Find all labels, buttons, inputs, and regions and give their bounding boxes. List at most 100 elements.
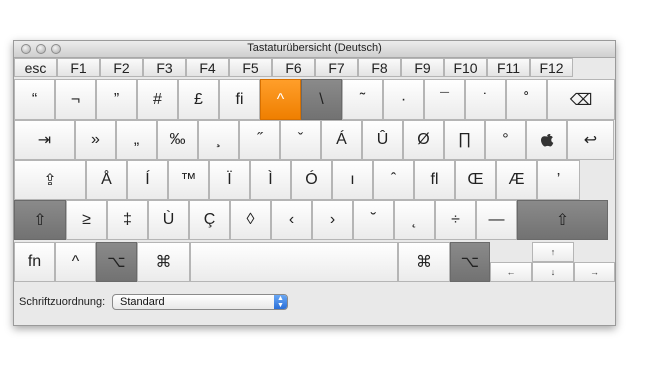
key-r4-3[interactable]: Ù (148, 200, 189, 240)
key-4[interactable]: £ (178, 79, 219, 120)
key-label: F5 (242, 59, 259, 76)
tab-key[interactable]: ⇥ (14, 120, 75, 160)
key-label: Ó (305, 171, 318, 188)
key-3[interactable]: # (137, 79, 178, 120)
key-9[interactable]: · (383, 79, 424, 120)
key-r3-9[interactable]: ﬂ (414, 160, 455, 200)
key-r4-11[interactable]: — (476, 200, 517, 240)
function-key-f6[interactable]: F6 (272, 58, 315, 77)
key-1[interactable]: ¬ (55, 79, 96, 120)
delete-key[interactable]: ⌫ (547, 79, 615, 120)
right-command-key[interactable]: ⌘ (398, 242, 450, 282)
key-r4-4[interactable]: Ç (189, 200, 230, 240)
function-key-f7[interactable]: F7 (315, 58, 358, 77)
title-bar: Tastaturübersicht (Deutsch) (14, 41, 615, 58)
key-label: ﬂ (430, 171, 439, 188)
right-shift-key[interactable]: ⇧ (517, 200, 608, 240)
key-r3-8[interactable]: ˆ (373, 160, 414, 200)
key-11[interactable]: ˙ (465, 79, 506, 120)
key-r4-9[interactable]: ˛ (394, 200, 435, 240)
key-6[interactable]: ^ (260, 79, 301, 120)
key-label: £ (194, 90, 203, 108)
key-r4-5[interactable]: ◊ (230, 200, 271, 240)
function-key-f11[interactable]: F11 (487, 58, 530, 77)
key-10[interactable]: ¯ (424, 79, 465, 120)
function-key-f8[interactable]: F8 (358, 58, 401, 77)
function-key-f3[interactable]: F3 (143, 58, 186, 77)
key-r2-5[interactable]: ˝ (239, 120, 280, 160)
function-key-esc[interactable]: esc (14, 58, 57, 77)
key-r4-10[interactable]: ÷ (435, 200, 476, 240)
key-r4-2[interactable]: ‡ (107, 200, 148, 240)
key-r2-7[interactable]: Á (321, 120, 362, 160)
key-r4-8[interactable]: ˘ (353, 200, 394, 240)
key-r4-1[interactable]: ≥ (66, 200, 107, 240)
key-r2-8[interactable]: Û (362, 120, 403, 160)
arrow-right-key[interactable]: → (574, 262, 615, 282)
right-option-key[interactable]: ⌥ (450, 242, 490, 282)
key-r2-1[interactable]: » (75, 120, 116, 160)
key-r2-6[interactable]: ˇ (280, 120, 321, 160)
key-r3-4[interactable]: Ï (209, 160, 250, 200)
key-r3-7[interactable]: ı (332, 160, 373, 200)
key-7[interactable]: \ (301, 79, 342, 120)
function-key-f9[interactable]: F9 (401, 58, 444, 77)
key-r4-6[interactable]: ‹ (271, 200, 312, 240)
key-label: F10 (453, 59, 478, 76)
key-label: ⌥ (107, 254, 126, 271)
function-key-f2[interactable]: F2 (100, 58, 143, 77)
key-r4-7[interactable]: › (312, 200, 353, 240)
function-key-f12[interactable]: F12 (530, 58, 573, 77)
key-r3-5[interactable]: Ì (250, 160, 291, 200)
key-0[interactable]: “ (14, 79, 55, 120)
key-r3-12[interactable]: ’ (537, 160, 580, 200)
key-r3-3[interactable]: ™ (168, 160, 209, 200)
key-label: ^ (71, 253, 80, 270)
left-option-key[interactable]: ⌥ (96, 242, 137, 282)
key-r2-4[interactable]: ¸ (198, 120, 239, 160)
return-key[interactable]: ↩ (567, 120, 614, 160)
font-mapping-value: Standard (120, 296, 165, 308)
function-key-f5[interactable]: F5 (229, 58, 272, 77)
left-command-key[interactable]: ⌘ (137, 242, 190, 282)
arrow-down-icon: ↓ (550, 267, 556, 277)
key-r3-2[interactable]: Í (127, 160, 168, 200)
arrow-down-key[interactable]: ↓ (532, 262, 574, 282)
key-r3-10[interactable]: Œ (455, 160, 496, 200)
caps-lock-key[interactable]: ⇪ (14, 160, 86, 200)
space-bar[interactable] (190, 242, 398, 282)
key-2[interactable]: ” (96, 79, 137, 120)
key-8[interactable]: ˜ (342, 79, 383, 120)
key-r3-11[interactable]: Æ (496, 160, 537, 200)
key-12[interactable]: ˚ (506, 79, 547, 120)
key-label: F2 (113, 59, 130, 76)
function-key-f10[interactable]: F10 (444, 58, 487, 77)
key-r2-2[interactable]: „ (116, 120, 157, 160)
key-r2-11[interactable]: ° (485, 120, 526, 160)
font-mapping-select[interactable]: Standard ▲ ▼ (112, 294, 288, 310)
key-label: ⌘ (155, 254, 172, 271)
key-label: F6 (285, 59, 302, 76)
key-label: Ç (203, 211, 216, 228)
key-r3-1[interactable]: Å (86, 160, 127, 200)
apple-logo-key[interactable] (526, 120, 567, 160)
key-label: ˇ (297, 131, 304, 148)
key-5[interactable]: ﬁ (219, 79, 260, 120)
function-key-f4[interactable]: F4 (186, 58, 229, 77)
key-r3-6[interactable]: Ó (291, 160, 332, 200)
left-shift-key[interactable]: ⇧ (14, 200, 66, 240)
key-label: ¬ (70, 90, 81, 108)
key-label: ˆ (390, 171, 397, 188)
key-r2-10[interactable]: ∏ (444, 120, 485, 160)
key-r2-9[interactable]: Ø (403, 120, 444, 160)
arrow-up-key[interactable]: ↑ (532, 242, 574, 262)
function-key-f1[interactable]: F1 (57, 58, 100, 77)
arrow-left-key[interactable]: ← (490, 262, 532, 282)
key-label: Á (336, 131, 347, 148)
key-r2-3[interactable]: ‰ (157, 120, 198, 160)
key-label: ⌫ (569, 91, 593, 109)
key-label: ı (350, 171, 355, 188)
fn-key[interactable]: fn (14, 242, 55, 282)
key-label: · (400, 90, 407, 108)
control-key[interactable]: ^ (55, 242, 96, 282)
